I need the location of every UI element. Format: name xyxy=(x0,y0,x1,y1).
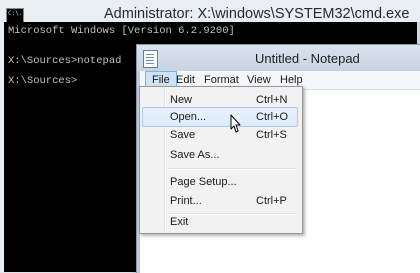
menu-item-label: Exit xyxy=(170,216,189,228)
menu-item-shortcut: Ctrl+S xyxy=(256,129,287,141)
notepad-icon[interactable] xyxy=(143,50,158,68)
console-line: X:\Sources>notepad xyxy=(8,55,122,67)
mouse-pointer-icon xyxy=(230,114,241,133)
file-menu-dropdown: New Ctrl+N Open... Ctrl+O Save Ctrl+S Sa… xyxy=(139,86,303,234)
menu-item-save-as[interactable]: Save As... xyxy=(142,145,298,165)
menu-item-label: Save As... xyxy=(170,149,220,161)
menu-item-print[interactable]: Print... Ctrl+P xyxy=(142,191,298,211)
menu-item-shortcut: Ctrl+N xyxy=(256,94,288,106)
menu-item-label: Save xyxy=(170,129,196,141)
cmd-window-title: Administrator: X:\windows\SYSTEM32\cmd.e… xyxy=(104,6,410,22)
notepad-title-bar[interactable]: Untitled - Notepad xyxy=(137,45,420,71)
menu-item-exit[interactable]: Exit xyxy=(142,212,298,232)
menu-item-label: Print... xyxy=(170,195,202,207)
menu-item-label: Open... xyxy=(170,111,207,123)
menu-item-label: Page Setup... xyxy=(170,176,237,188)
menu-item-open[interactable]: Open... Ctrl+O xyxy=(142,107,298,127)
menu-item-save[interactable]: Save Ctrl+S xyxy=(142,125,298,145)
console-line: Microsoft Windows [Version 6.2.9200] xyxy=(8,25,235,37)
notepad-window-title: Untitled - Notepad xyxy=(255,51,360,66)
menu-item-shortcut: Ctrl+O xyxy=(256,111,289,123)
menu-item-shortcut: Ctrl+P xyxy=(256,195,287,207)
cmd-app-icon[interactable]: C:\. xyxy=(6,8,24,23)
menu-item-label: New xyxy=(170,94,193,106)
menu-item-page-setup[interactable]: Page Setup... xyxy=(142,172,298,192)
menu-separator xyxy=(168,168,296,170)
console-line: X:\Sources> xyxy=(8,75,78,87)
